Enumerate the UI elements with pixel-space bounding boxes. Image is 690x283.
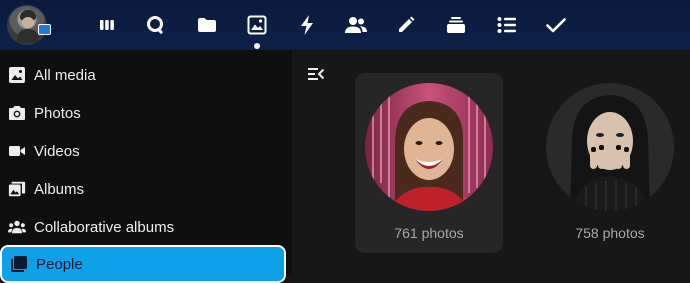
photo-count: 758 photos: [575, 225, 645, 241]
checkmark-icon[interactable]: [543, 12, 569, 38]
person-face-thumbnail: [546, 83, 674, 211]
collapse-sidebar-button[interactable]: [305, 64, 327, 84]
sidebar-item-all-media[interactable]: All media: [0, 58, 286, 92]
person-card[interactable]: 758 photos: [536, 73, 684, 253]
group-icon: [8, 218, 26, 236]
sidebar-item-label: Collaborative albums: [34, 218, 175, 236]
lightning-icon[interactable]: [294, 12, 320, 38]
avatar-face: [22, 17, 34, 28]
people-icon: [10, 255, 28, 273]
person-card[interactable]: 761 photos: [355, 73, 503, 253]
sidebar-item-label: Albums: [34, 180, 85, 198]
sidebar-item-albums[interactable]: Albums: [0, 172, 286, 206]
deck-icon[interactable]: [443, 12, 469, 38]
image-icon[interactable]: [244, 12, 270, 49]
avatar-status-badge: [38, 24, 51, 35]
camera-icon: [8, 104, 26, 122]
person-face-thumbnail: [365, 83, 493, 211]
sidebar-item-label: People: [36, 255, 83, 273]
pencil-icon[interactable]: [393, 12, 419, 38]
search-icon[interactable]: [143, 12, 169, 38]
sidebar-item-photos[interactable]: Photos: [0, 96, 286, 130]
sidebar: All media Photos Videos Albums Collabora…: [0, 50, 292, 283]
avatar-body: [17, 29, 39, 43]
collapse-sidebar-icon: [308, 68, 325, 80]
top-header: [0, 0, 690, 50]
image-icon: [8, 66, 26, 84]
sidebar-item-people[interactable]: People: [0, 245, 286, 283]
sidebar-item-videos[interactable]: Videos: [0, 134, 286, 168]
sidebar-item-label: Videos: [34, 142, 80, 160]
sidebar-item-label: All media: [34, 66, 96, 84]
list-icon[interactable]: [494, 12, 520, 38]
folder-icon[interactable]: [194, 12, 220, 38]
sidebar-item-collaborative-albums[interactable]: Collaborative albums: [0, 210, 286, 244]
dashboard-icon[interactable]: [94, 12, 120, 38]
user-avatar[interactable]: [7, 5, 51, 45]
video-icon: [8, 142, 26, 160]
albums-icon: [8, 180, 26, 198]
contacts-icon[interactable]: [343, 12, 369, 38]
photo-count: 761 photos: [394, 225, 464, 241]
sidebar-item-label: Photos: [34, 104, 81, 122]
